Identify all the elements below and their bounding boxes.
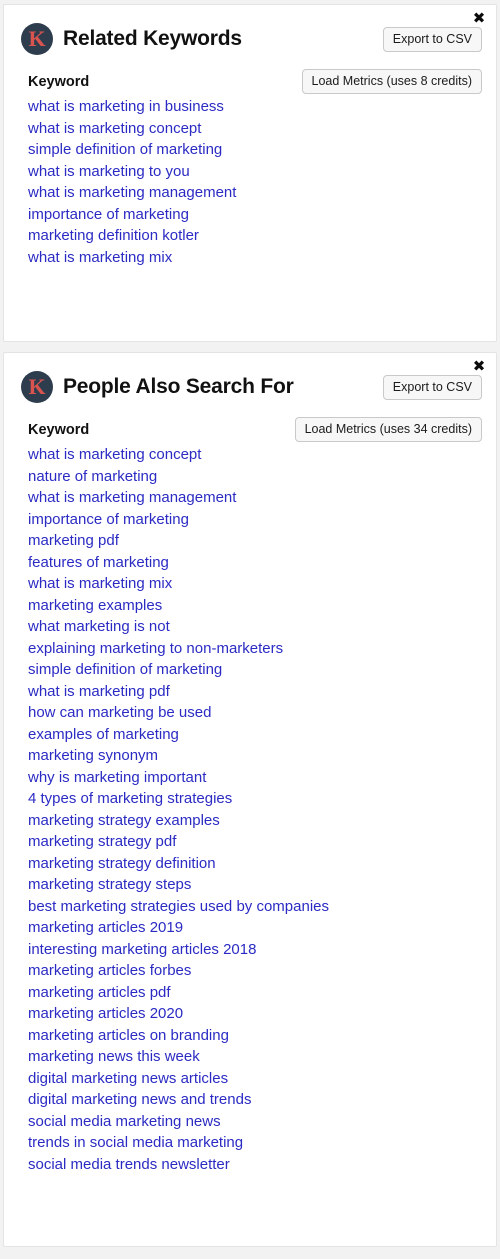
keyword-list-item[interactable]: what is marketing management bbox=[28, 182, 496, 204]
keyword-list-item[interactable]: importance of marketing bbox=[28, 509, 496, 531]
keyword-list-item[interactable]: what is marketing mix bbox=[28, 247, 496, 269]
keyword-list-item[interactable]: importance of marketing bbox=[28, 204, 496, 226]
keyword-list-item[interactable]: marketing strategy steps bbox=[28, 874, 496, 896]
keyword-list-item[interactable]: how can marketing be used bbox=[28, 702, 496, 724]
keyword-list-item[interactable]: examples of marketing bbox=[28, 724, 496, 746]
keyword-list-item[interactable]: nature of marketing bbox=[28, 466, 496, 488]
column-header-row: Keyword Load Metrics (uses 34 credits) bbox=[4, 403, 496, 442]
keyword-list: what is marketing concept nature of marke… bbox=[4, 444, 496, 1175]
close-icon[interactable]: ✖ bbox=[470, 357, 488, 375]
keyword-list-item[interactable]: digital marketing news articles bbox=[28, 1068, 496, 1090]
panel-header: K Related Keywords Export to CSV bbox=[4, 5, 496, 55]
page-title: People Also Search For bbox=[63, 375, 294, 398]
keyword-list-item[interactable]: marketing articles pdf bbox=[28, 982, 496, 1004]
keyword-list-item[interactable]: marketing articles 2019 bbox=[28, 917, 496, 939]
keyword-list-item[interactable]: marketing strategy pdf bbox=[28, 831, 496, 853]
keyword-list-item[interactable]: what is marketing concept bbox=[28, 118, 496, 140]
export-to-csv-button[interactable]: Export to CSV bbox=[382, 374, 482, 400]
keyword-list-item[interactable]: best marketing strategies used by compan… bbox=[28, 896, 496, 918]
keyword-list-item[interactable]: marketing pdf bbox=[28, 530, 496, 552]
keywords-logo-icon: K bbox=[21, 23, 53, 55]
keyword-list-item[interactable]: what is marketing pdf bbox=[28, 681, 496, 703]
related-keywords-panel: ✖ K Related Keywords Export to CSV Keywo… bbox=[3, 4, 497, 342]
keyword-list-item[interactable]: digital marketing news and trends bbox=[28, 1089, 496, 1111]
keyword-list-item[interactable]: 4 types of marketing strategies bbox=[28, 788, 496, 810]
keyword-column-header: Keyword bbox=[28, 421, 90, 438]
close-icon[interactable]: ✖ bbox=[470, 9, 488, 27]
keyword-list-item[interactable]: marketing news this week bbox=[28, 1046, 496, 1068]
keyword-list-item[interactable]: marketing articles 2020 bbox=[28, 1003, 496, 1025]
column-header-row: Keyword Load Metrics (uses 8 credits) bbox=[4, 55, 496, 94]
keyword-list-item[interactable]: social media marketing news bbox=[28, 1111, 496, 1133]
keyword-list-item[interactable]: interesting marketing articles 2018 bbox=[28, 939, 496, 961]
keyword-column-header: Keyword bbox=[28, 73, 90, 90]
keyword-list: what is marketing in business what is mar… bbox=[4, 96, 496, 268]
keyword-list-item[interactable]: marketing definition kotler bbox=[28, 225, 496, 247]
people-also-search-for-panel: ✖ K People Also Search For Export to CSV… bbox=[3, 352, 497, 1247]
keyword-list-item[interactable]: what is marketing concept bbox=[28, 444, 496, 466]
keyword-list-item[interactable]: marketing examples bbox=[28, 595, 496, 617]
keyword-list-item[interactable]: trends in social media marketing bbox=[28, 1132, 496, 1154]
keyword-list-item[interactable]: marketing articles forbes bbox=[28, 960, 496, 982]
keywords-logo-icon: K bbox=[21, 371, 53, 403]
page-title: Related Keywords bbox=[63, 27, 242, 50]
keyword-list-item[interactable]: what is marketing in business bbox=[28, 96, 496, 118]
load-metrics-button[interactable]: Load Metrics (uses 8 credits) bbox=[301, 69, 482, 94]
keyword-list-item[interactable]: marketing synonym bbox=[28, 745, 496, 767]
keyword-list-item[interactable]: simple definition of marketing bbox=[28, 659, 496, 681]
keyword-list-item[interactable]: what is marketing to you bbox=[28, 161, 496, 183]
keyword-list-item[interactable]: what marketing is not bbox=[28, 616, 496, 638]
keyword-list-item[interactable]: marketing strategy definition bbox=[28, 853, 496, 875]
keyword-list-item[interactable]: what is marketing mix bbox=[28, 573, 496, 595]
keyword-list-item[interactable]: marketing strategy examples bbox=[28, 810, 496, 832]
keyword-list-item[interactable]: simple definition of marketing bbox=[28, 139, 496, 161]
keyword-list-item[interactable]: marketing articles on branding bbox=[28, 1025, 496, 1047]
panel-header: K People Also Search For Export to CSV bbox=[4, 353, 496, 403]
keyword-list-item[interactable]: why is marketing important bbox=[28, 767, 496, 789]
keyword-list-item[interactable]: social media trends newsletter bbox=[28, 1154, 496, 1176]
load-metrics-button[interactable]: Load Metrics (uses 34 credits) bbox=[294, 417, 482, 442]
keyword-list-item[interactable]: what is marketing management bbox=[28, 487, 496, 509]
keyword-list-item[interactable]: features of marketing bbox=[28, 552, 496, 574]
export-to-csv-button[interactable]: Export to CSV bbox=[382, 26, 482, 52]
keyword-list-item[interactable]: explaining marketing to non-marketers bbox=[28, 638, 496, 660]
